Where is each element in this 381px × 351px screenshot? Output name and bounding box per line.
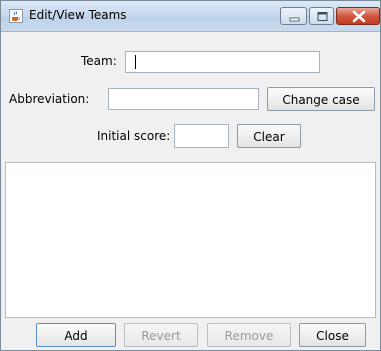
add-button[interactable]: Add [36, 323, 116, 347]
abbreviation-label: Abbreviation: [9, 92, 90, 106]
initial-score-label: Initial score: [97, 129, 171, 143]
close-icon [352, 10, 366, 23]
title-bar[interactable]: Edit/View Teams [1, 1, 380, 32]
teams-list[interactable] [5, 162, 376, 318]
revert-button[interactable]: Revert [124, 323, 198, 347]
abbreviation-input[interactable] [108, 88, 259, 110]
maximize-button[interactable] [309, 7, 334, 25]
edit-view-teams-window: Edit/View Teams Team: Abbreviation: Chan… [0, 0, 381, 351]
close-window-button[interactable] [336, 7, 380, 25]
minimize-icon [289, 17, 300, 22]
change-case-button[interactable]: Change case [267, 87, 375, 111]
remove-button[interactable]: Remove [207, 323, 291, 347]
text-caret [135, 55, 136, 69]
maximize-icon [317, 12, 328, 21]
java-cup-icon [9, 9, 23, 23]
initial-score-input[interactable] [174, 124, 229, 148]
clear-button[interactable]: Clear [237, 124, 301, 148]
team-label: Team: [81, 54, 117, 68]
window-title: Edit/View Teams [29, 8, 127, 22]
close-button[interactable]: Close [299, 323, 366, 347]
team-input[interactable] [125, 51, 320, 73]
minimize-button[interactable] [280, 7, 307, 25]
